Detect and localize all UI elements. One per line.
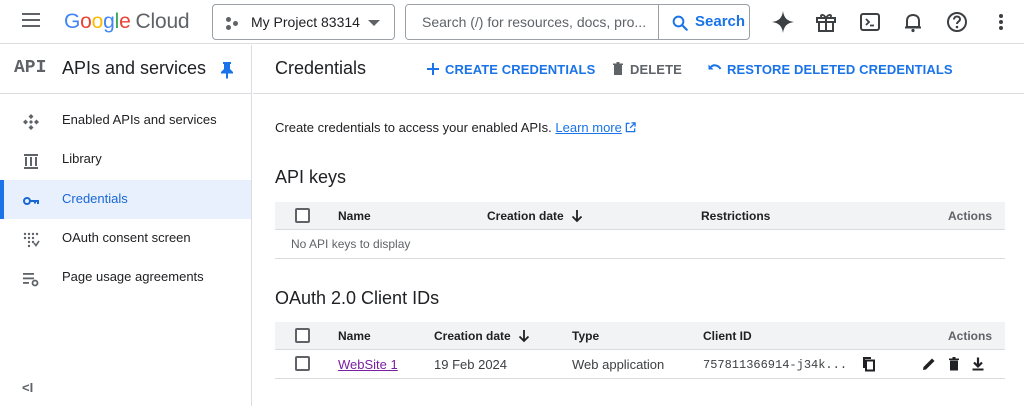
column-creation-date[interactable]: Creation date xyxy=(434,329,531,343)
column-name[interactable]: Name xyxy=(338,329,371,343)
more-vert-icon[interactable] xyxy=(988,9,1014,35)
column-client-id[interactable]: Client ID xyxy=(703,329,752,343)
top-bar: Google Cloud My Project 83314 Search xyxy=(0,0,1024,44)
empty-state-text: No API keys to display xyxy=(291,237,411,251)
pin-icon[interactable] xyxy=(220,61,234,84)
sidebar-item-label: Library xyxy=(62,151,102,166)
copy-icon[interactable] xyxy=(861,356,877,372)
search-bar: Search xyxy=(405,4,750,40)
arrow-down-icon xyxy=(571,210,582,223)
project-picker[interactable]: My Project 83314 xyxy=(212,4,395,40)
search-button[interactable]: Search xyxy=(658,5,749,39)
column-creation-date-label: Creation date xyxy=(434,329,511,343)
client-name-link[interactable]: WebSite 1 xyxy=(338,357,398,372)
api-keys-table: Name Creation date Restrictions Actions … xyxy=(275,202,1005,260)
oauth-client-ids-table: Name Creation date Type Client ID Action… xyxy=(275,322,1005,380)
page-title: Credentials xyxy=(275,58,367,78)
delete-label: DELETE xyxy=(630,62,682,77)
sidebar-title: APIs and services xyxy=(62,58,207,78)
column-restrictions: Restrictions xyxy=(701,209,771,223)
delete-icon[interactable] xyxy=(946,356,962,372)
select-all-checkbox[interactable] xyxy=(295,328,310,343)
google-cloud-logo[interactable]: Google Cloud xyxy=(64,10,190,34)
table-row: WebSite 1 19 Feb 2024 Web application 75… xyxy=(275,350,1005,379)
main-menu-icon[interactable] xyxy=(22,13,42,29)
sidebar-item-library[interactable]: Library xyxy=(0,140,251,179)
open-in-new-icon xyxy=(625,122,636,133)
creation-date-cell: 19 Feb 2024 xyxy=(434,357,508,372)
settings-list-icon xyxy=(22,270,40,287)
api-keys-title: API keys xyxy=(275,167,347,187)
empty-row: No API keys to display xyxy=(275,230,1005,259)
download-icon[interactable] xyxy=(970,356,986,372)
search-input[interactable] xyxy=(406,5,658,39)
edit-icon[interactable] xyxy=(921,356,937,372)
oauth-consent-icon xyxy=(22,231,40,248)
oauth-header-row: Name Creation date Type Client ID Action… xyxy=(275,322,1005,350)
client-id-cell: 757811366914-j34k... xyxy=(703,358,848,372)
create-credentials-label: CREATE CREDENTIALS xyxy=(445,62,596,77)
type-cell: Web application xyxy=(572,357,665,372)
column-creation-date-label: Creation date xyxy=(487,209,564,223)
column-actions: Actions xyxy=(948,209,993,223)
sidebar-item-page-usage[interactable]: Page usage agreements xyxy=(0,258,251,297)
gift-icon[interactable] xyxy=(813,9,839,35)
select-all-checkbox[interactable] xyxy=(295,208,310,223)
cloud-shell-icon[interactable] xyxy=(857,9,883,35)
sidebar-item-oauth-consent[interactable]: OAuth consent screen xyxy=(0,219,251,258)
row-checkbox[interactable] xyxy=(295,356,310,371)
intro-message: Create credentials to access your enable… xyxy=(275,120,552,135)
learn-more-link[interactable]: Learn more xyxy=(555,120,621,135)
library-icon xyxy=(22,152,40,169)
column-name[interactable]: Name xyxy=(338,209,371,223)
sidebar-item-credentials[interactable]: Credentials xyxy=(0,180,251,219)
column-type[interactable]: Type xyxy=(572,329,599,343)
sidebar-header: API APIs and services xyxy=(0,45,251,94)
undo-icon xyxy=(708,64,722,70)
page-header: Credentials CREATE CREDENTIALS DELETE RE… xyxy=(253,45,1024,94)
column-creation-date[interactable]: Creation date xyxy=(487,209,584,223)
sidebar-item-enabled-apis[interactable]: Enabled APIs and services xyxy=(0,101,251,140)
sidebar: API APIs and services Enabled APIs and s… xyxy=(0,45,252,406)
add-icon xyxy=(427,63,439,75)
column-actions: Actions xyxy=(948,329,993,343)
oauth-client-ids-title: OAuth 2.0 Client IDs xyxy=(275,288,440,308)
help-icon[interactable] xyxy=(944,9,970,35)
arrow-down-icon xyxy=(518,330,529,343)
delete-icon xyxy=(613,62,623,75)
search-icon xyxy=(672,15,688,31)
project-name: My Project 83314 xyxy=(251,14,360,30)
project-icon xyxy=(226,17,240,31)
key-icon xyxy=(22,192,40,208)
sidebar-item-label: Enabled APIs and services xyxy=(62,112,217,127)
sidebar-item-label: OAuth consent screen xyxy=(62,230,191,245)
collapse-sidebar-icon[interactable]: <I xyxy=(22,380,33,395)
sidebar-item-label: Page usage agreements xyxy=(62,269,204,284)
notifications-icon[interactable] xyxy=(900,9,926,35)
gemini-sparkle-icon[interactable] xyxy=(770,9,796,35)
search-button-label: Search xyxy=(695,13,746,30)
api-keys-header-row: Name Creation date Restrictions Actions xyxy=(275,202,1005,230)
intro-text: Create credentials to access your enable… xyxy=(275,120,636,135)
enabled-apis-icon xyxy=(22,113,40,130)
api-logo: API xyxy=(14,58,47,78)
sidebar-item-label: Credentials xyxy=(62,191,128,206)
restore-label: RESTORE DELETED CREDENTIALS xyxy=(727,62,953,77)
chevron-down-icon xyxy=(368,20,380,26)
